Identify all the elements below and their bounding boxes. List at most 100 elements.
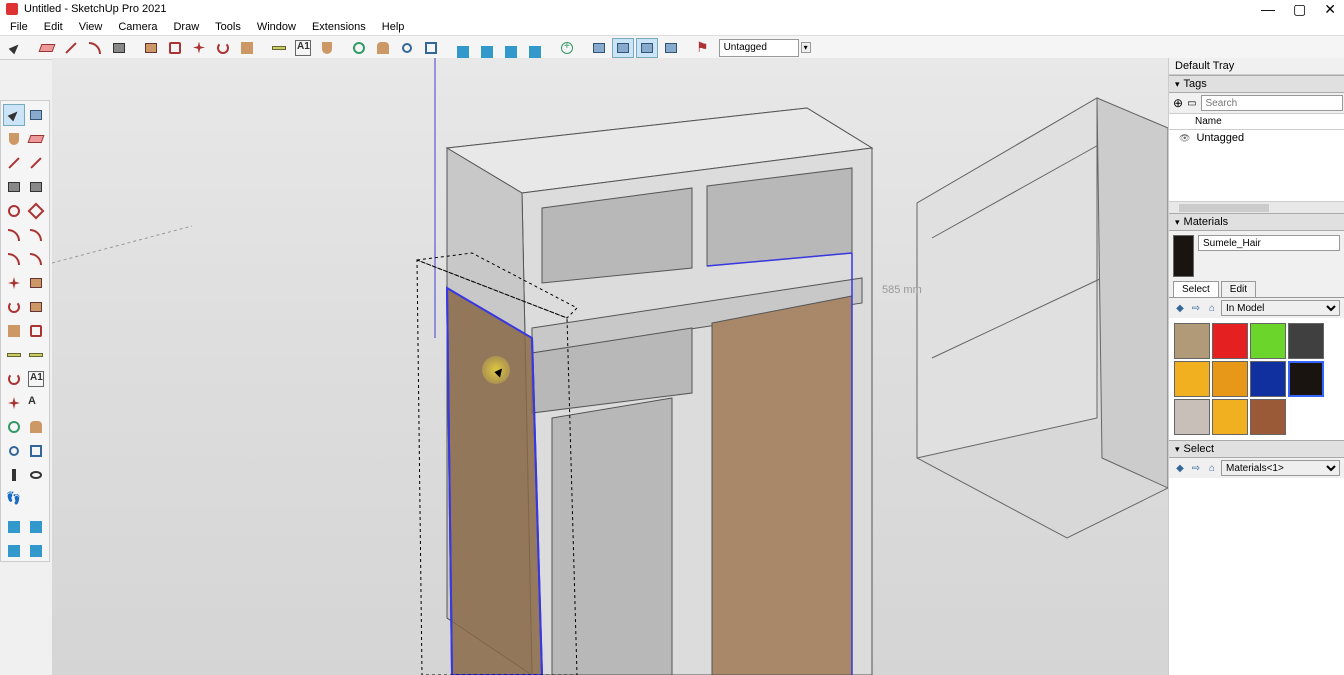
tag-folder-icon[interactable]: ▭: [1187, 98, 1196, 109]
swatch-dark-gray[interactable]: [1288, 323, 1324, 359]
minimize-button[interactable]: —: [1261, 1, 1275, 18]
menu-tools[interactable]: Tools: [209, 19, 247, 35]
tb-component[interactable]: [25, 104, 47, 126]
tb-position[interactable]: [3, 464, 25, 486]
maximize-button[interactable]: ▢: [1293, 1, 1306, 18]
menu-draw[interactable]: Draw: [167, 19, 205, 35]
tb-pan[interactable]: [25, 416, 47, 438]
tags-scrollbar[interactable]: [1169, 201, 1344, 213]
tag-untagged[interactable]: Untagged: [1169, 130, 1344, 146]
section-tool-3[interactable]: [500, 38, 522, 58]
swatch-green[interactable]: [1250, 323, 1286, 359]
select-target[interactable]: Materials<1>: [1221, 460, 1340, 476]
text-tool[interactable]: A1: [292, 38, 314, 58]
tab-select[interactable]: Select: [1173, 281, 1219, 297]
tb-rect[interactable]: [3, 176, 25, 198]
swatch-yellow-right[interactable]: [1212, 399, 1248, 435]
tb-pie[interactable]: [25, 248, 47, 270]
tb-protractor[interactable]: [3, 368, 25, 390]
pushpull-tool[interactable]: [140, 38, 162, 58]
tb-arc2[interactable]: [25, 224, 47, 246]
tag-search-input[interactable]: [1201, 95, 1343, 111]
rectangle-tool[interactable]: [108, 38, 130, 58]
move-tool[interactable]: [188, 38, 210, 58]
tb-circle[interactable]: [3, 200, 25, 222]
pan-tool[interactable]: [372, 38, 394, 58]
tb-walk[interactable]: 👣: [3, 488, 25, 510]
tb-offset[interactable]: [25, 320, 47, 342]
tb-arc3[interactable]: [3, 248, 25, 270]
xray-tool-4[interactable]: [660, 38, 682, 58]
select-header[interactable]: Select: [1169, 440, 1344, 458]
tb-zoom[interactable]: [3, 440, 25, 462]
menu-file[interactable]: File: [4, 19, 34, 35]
viewport[interactable]: 585 mm: [52, 58, 1168, 675]
nav-home-icon[interactable]: ⌂: [1205, 301, 1219, 315]
tag-selector[interactable]: [719, 39, 799, 57]
line-tool[interactable]: [60, 38, 82, 58]
tb-rotrect[interactable]: [25, 176, 47, 198]
xray-tool-3[interactable]: [636, 38, 658, 58]
tb-move[interactable]: [3, 272, 25, 294]
tb-orbit[interactable]: [3, 416, 25, 438]
menu-help[interactable]: Help: [376, 19, 411, 35]
xray-tool-1[interactable]: [588, 38, 610, 58]
select-tool[interactable]: [4, 38, 26, 58]
tag-dropdown-icon[interactable]: ▾: [801, 42, 811, 53]
zoom-extents-tool[interactable]: [420, 38, 442, 58]
section-tool-4[interactable]: [524, 38, 546, 58]
tb-eraser[interactable]: [25, 128, 47, 150]
section-tool-1[interactable]: [452, 38, 474, 58]
zoom-tool[interactable]: [396, 38, 418, 58]
add-location-tool[interactable]: [556, 38, 578, 58]
tb-zoomext[interactable]: [25, 440, 47, 462]
tb-pushpull[interactable]: [25, 272, 47, 294]
close-button[interactable]: ✕: [1324, 1, 1336, 18]
paint-tool[interactable]: [316, 38, 338, 58]
tb-look[interactable]: [25, 464, 47, 486]
tb-dimension[interactable]: [25, 344, 47, 366]
tb-section3[interactable]: [3, 536, 25, 558]
menu-edit[interactable]: Edit: [38, 19, 69, 35]
xray-tool-2[interactable]: [612, 38, 634, 58]
material-library-select[interactable]: In Model: [1221, 300, 1340, 316]
tb-rotate[interactable]: [3, 296, 25, 318]
tb-paint[interactable]: [3, 128, 25, 150]
swatch-brown[interactable]: [1250, 399, 1286, 435]
swatch-orange-right[interactable]: [1174, 361, 1210, 397]
sel-back-icon[interactable]: ◆: [1173, 461, 1187, 475]
swatch-dark-brown[interactable]: [1288, 361, 1324, 397]
swatch-orange[interactable]: [1212, 361, 1248, 397]
arc-tool[interactable]: [84, 38, 106, 58]
sel-fwd-icon[interactable]: ⇨: [1189, 461, 1203, 475]
tb-section2[interactable]: [25, 512, 47, 534]
menu-window[interactable]: Window: [251, 19, 302, 35]
tb-section1[interactable]: [3, 512, 25, 534]
tb-scale[interactable]: [3, 320, 25, 342]
orbit-tool[interactable]: [348, 38, 370, 58]
tb-axes[interactable]: [3, 392, 25, 414]
tab-edit[interactable]: Edit: [1221, 281, 1256, 297]
swatch-red[interactable]: [1212, 323, 1248, 359]
tb-text[interactable]: A1: [25, 368, 47, 390]
add-tag-icon[interactable]: ⊕: [1173, 96, 1183, 110]
materials-header[interactable]: Materials: [1169, 213, 1344, 231]
scale-tool[interactable]: [236, 38, 258, 58]
menu-camera[interactable]: Camera: [112, 19, 163, 35]
material-name-input[interactable]: [1198, 235, 1340, 251]
section-tool-2[interactable]: [476, 38, 498, 58]
swatch-light-gray[interactable]: [1174, 399, 1210, 435]
rotate-tool[interactable]: [212, 38, 234, 58]
tb-tape[interactable]: [3, 344, 25, 366]
tb-section4[interactable]: [25, 536, 47, 558]
swatch-tan[interactable]: [1174, 323, 1210, 359]
tb-freehand[interactable]: [25, 152, 47, 174]
swatch-navy[interactable]: [1250, 361, 1286, 397]
menu-view[interactable]: View: [73, 19, 109, 35]
tb-3dtext[interactable]: A: [25, 392, 47, 414]
tb-line[interactable]: [3, 152, 25, 174]
nav-fwd-icon[interactable]: ⇨: [1189, 301, 1203, 315]
nav-back-icon[interactable]: ◆: [1173, 301, 1187, 315]
menu-extensions[interactable]: Extensions: [306, 19, 372, 35]
offset-tool[interactable]: [164, 38, 186, 58]
